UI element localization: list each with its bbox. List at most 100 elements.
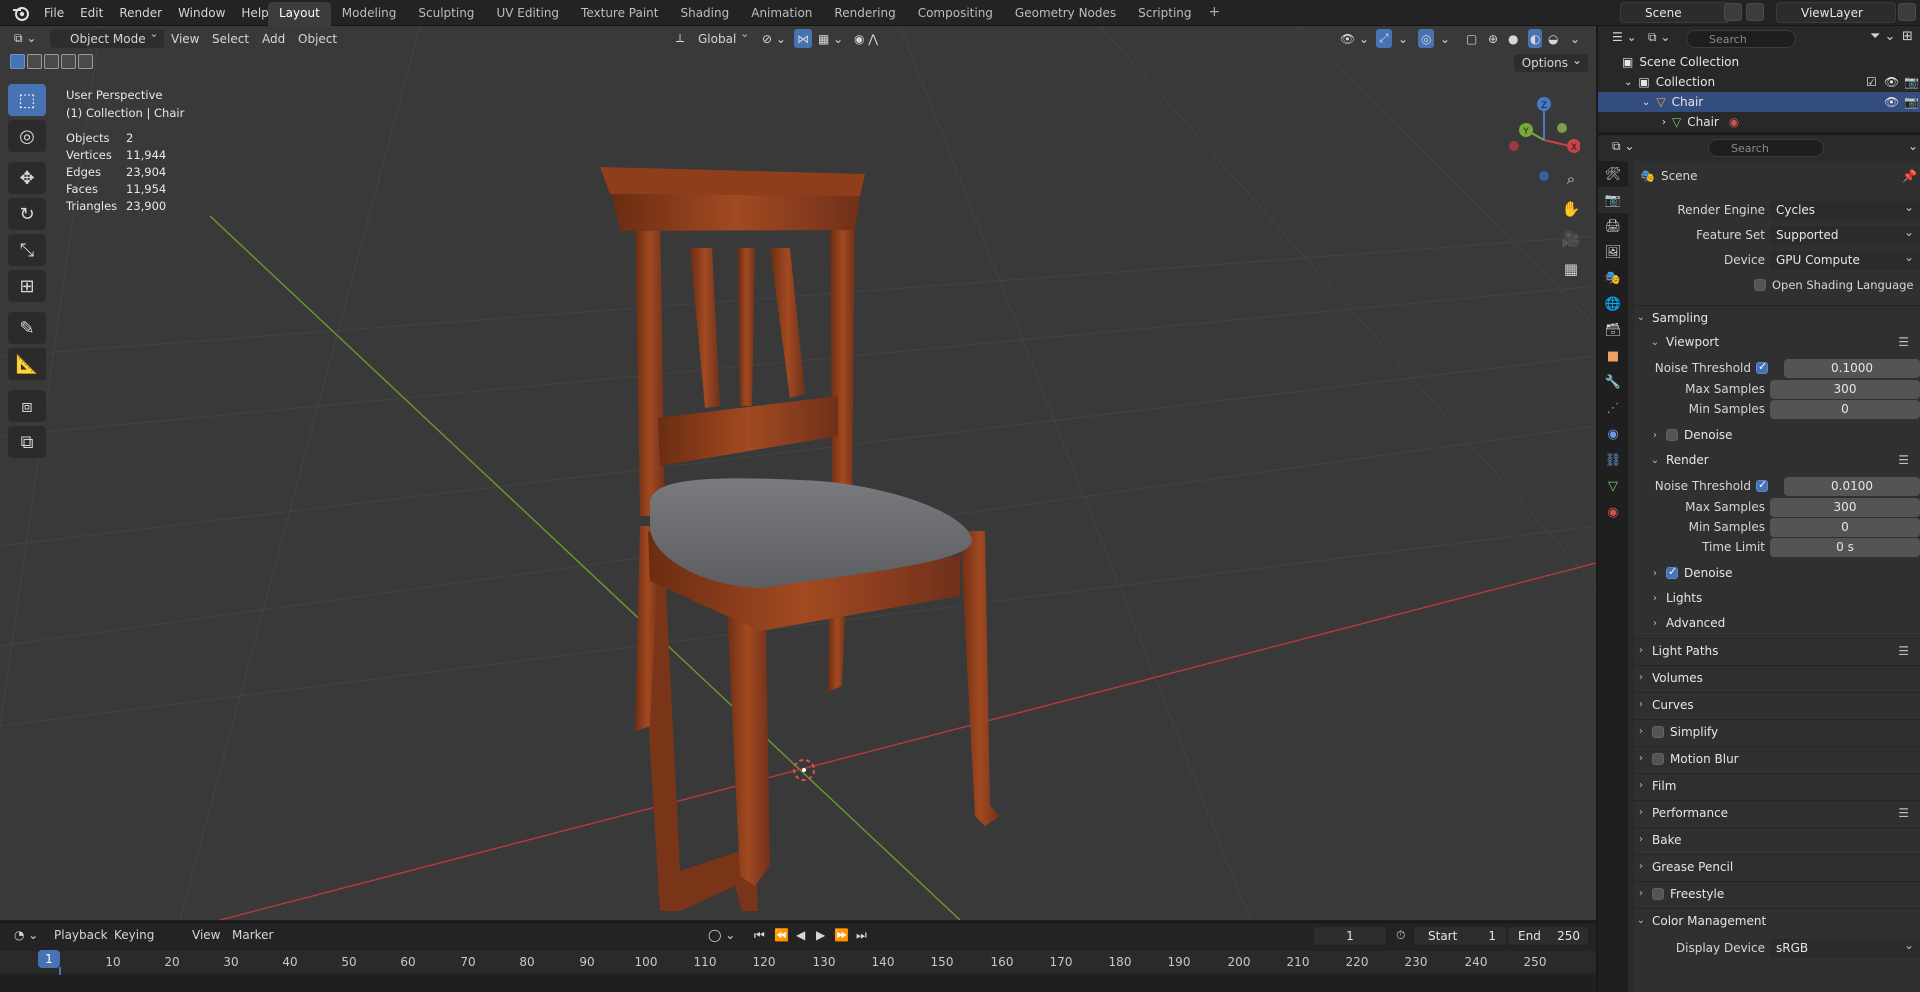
tab-modeling[interactable]: Modeling: [331, 2, 408, 26]
menu-view[interactable]: View: [171, 29, 199, 48]
outliner-search-input[interactable]: Search: [1686, 30, 1796, 48]
render-engine-dropdown[interactable]: Cycles: [1770, 200, 1920, 220]
device-dropdown[interactable]: GPU Compute: [1770, 250, 1920, 270]
menu-render[interactable]: Render: [111, 6, 170, 20]
r-time-limit-field[interactable]: 0 s: [1770, 537, 1920, 557]
film-section-header[interactable]: › Film: [1634, 773, 1920, 797]
motion-blur-checkbox[interactable]: [1652, 752, 1664, 765]
menu-select[interactable]: Select: [212, 29, 249, 48]
gizmo-neg-x-icon[interactable]: [1509, 141, 1519, 151]
outliner-row-chair-object[interactable]: ⌄ ▽ Chair 👁 📷: [1598, 92, 1920, 112]
menu-add[interactable]: Add: [262, 29, 285, 48]
r-denoise-checkbox[interactable]: [1666, 565, 1678, 579]
transform-orientation-icon[interactable]: ⟂: [676, 29, 684, 48]
display-device-dropdown[interactable]: sRGB: [1770, 938, 1920, 958]
current-frame-field[interactable]: 1: [1314, 927, 1386, 945]
select-new-icon[interactable]: [10, 54, 25, 69]
wireframe-shading-icon[interactable]: ⊕: [1488, 29, 1498, 48]
end-frame-field[interactable]: End 250: [1508, 927, 1588, 945]
tab-layout[interactable]: Layout: [268, 2, 331, 26]
menu-edit[interactable]: Edit: [72, 6, 111, 20]
visibility-icon[interactable]: 👁 ⌄: [1340, 29, 1369, 48]
properties-editor-type-icon[interactable]: ⧉ ⌄: [1612, 139, 1634, 154]
freestyle-checkbox[interactable]: [1652, 887, 1664, 900]
expand-chevron-icon[interactable]: ⌄: [1624, 77, 1632, 88]
tab-compositing[interactable]: Compositing: [907, 2, 1004, 26]
delete-scene-icon[interactable]: [1746, 3, 1764, 21]
pan-hand-icon[interactable]: ✋: [1558, 196, 1584, 222]
display-mode-icon[interactable]: ⧉ ⌄: [1648, 30, 1670, 45]
chair-model[interactable]: [600, 167, 1000, 911]
feature-set-dropdown[interactable]: Supported: [1770, 225, 1920, 245]
object-tab-icon[interactable]: ■: [1598, 343, 1628, 369]
exclude-checkbox-icon[interactable]: ☑: [1866, 75, 1877, 89]
vp-noise-threshold-field[interactable]: 0.1000: [1784, 358, 1920, 378]
gizmo-neg-y-icon[interactable]: [1557, 123, 1567, 133]
curves-section-header[interactable]: › Curves: [1634, 692, 1920, 716]
render-subsection-header[interactable]: ⌄ Render ☰: [1634, 448, 1920, 472]
tab-sculpting[interactable]: Sculpting: [407, 2, 485, 26]
vp-noise-threshold-checkbox[interactable]: [1756, 360, 1768, 374]
advanced-subsection-header[interactable]: › Advanced: [1634, 611, 1920, 635]
view-layer-selector[interactable]: ViewLayer: [1776, 2, 1896, 23]
tab-scripting[interactable]: Scripting: [1127, 2, 1202, 26]
snap-icon[interactable]: ⋈: [794, 29, 812, 48]
new-scene-icon[interactable]: [1724, 3, 1742, 21]
proportional-edit-icon[interactable]: ◉ ⋀: [854, 29, 878, 48]
r-max-samples-field[interactable]: 300: [1770, 497, 1920, 517]
tab-texture-paint[interactable]: Texture Paint: [570, 2, 669, 26]
select-extend-icon[interactable]: [27, 54, 42, 69]
r-min-samples-field[interactable]: 0: [1770, 517, 1920, 537]
select-subtract-icon[interactable]: [44, 54, 59, 69]
jump-keyframe-forward-icon[interactable]: ⏩: [834, 928, 849, 942]
transform-orientation-dropdown[interactable]: Global: [692, 27, 754, 48]
collection-tab-icon[interactable]: 🗃: [1598, 317, 1628, 343]
jump-keyframe-back-icon[interactable]: ⏪: [774, 928, 789, 942]
freestyle-section-header[interactable]: › Freestyle: [1634, 881, 1920, 905]
measure-tool-icon[interactable]: 📐: [8, 348, 46, 380]
volumes-section-header[interactable]: › Volumes: [1634, 665, 1920, 689]
move-tool-icon[interactable]: ✥: [8, 162, 46, 194]
gizmo-neg-z-icon[interactable]: [1539, 171, 1549, 181]
modifier-tab-icon[interactable]: 🔧: [1598, 369, 1628, 395]
snap-target-icon[interactable]: ▦ ⌄: [818, 29, 843, 48]
xray-icon[interactable]: ▢: [1466, 29, 1477, 48]
menu-marker[interactable]: Marker: [232, 928, 273, 942]
tool-tab-icon[interactable]: 🛠: [1598, 161, 1628, 187]
simplify-section-header[interactable]: › Simplify: [1634, 719, 1920, 743]
scene-tab-icon[interactable]: 🎭: [1598, 265, 1628, 291]
playhead-frame[interactable]: 1: [38, 950, 60, 968]
overlay-dropdown-icon[interactable]: ⌄: [1440, 29, 1450, 48]
physics-tab-icon[interactable]: ◉: [1598, 421, 1628, 447]
gizmo-toggle-icon[interactable]: ⤢: [1376, 29, 1392, 48]
presets-list-icon[interactable]: ☰: [1898, 335, 1909, 349]
add-workspace-icon[interactable]: +: [1203, 2, 1227, 26]
editor-type-icon[interactable]: ⧉ ⌄: [14, 29, 36, 48]
tab-uv-editing[interactable]: UV Editing: [485, 2, 570, 26]
render-camera-icon[interactable]: 📷: [1904, 95, 1919, 109]
play-icon[interactable]: ▶: [816, 928, 825, 942]
r-denoise-subsection-header[interactable]: › Denoise: [1634, 561, 1920, 585]
properties-search-input[interactable]: Search: [1708, 139, 1824, 157]
annotate-tool-icon[interactable]: ✎: [8, 312, 46, 344]
vp-denoise-subsection-header[interactable]: › Denoise: [1634, 423, 1920, 447]
rotate-tool-icon[interactable]: ↻: [8, 198, 46, 230]
constraints-tab-icon[interactable]: ⛓: [1598, 447, 1628, 473]
outliner-editor-type-icon[interactable]: ☰ ⌄: [1612, 30, 1637, 44]
menu-object[interactable]: Object: [298, 29, 337, 48]
outliner-row-collection[interactable]: ⌄ ▣ Collection ☑ 👁 📷: [1598, 72, 1920, 92]
particles-tab-icon[interactable]: ⋰: [1598, 395, 1628, 421]
ortho-perspective-icon[interactable]: ▦: [1558, 256, 1584, 282]
viewport-subsection-header[interactable]: ⌄ Viewport ☰: [1634, 330, 1920, 354]
blender-logo-icon[interactable]: [12, 4, 30, 22]
gizmo-dropdown-icon[interactable]: ⌄: [1398, 29, 1408, 48]
material-shading-icon[interactable]: ◐: [1528, 29, 1543, 48]
vp-denoise-checkbox[interactable]: [1666, 429, 1678, 441]
world-tab-icon[interactable]: 🌐: [1598, 291, 1628, 317]
shading-dropdown-icon[interactable]: ⌄: [1570, 29, 1580, 48]
rendered-shading-icon[interactable]: ◒: [1548, 29, 1558, 48]
options-button[interactable]: Options: [1513, 53, 1588, 72]
visibility-eye-icon[interactable]: 👁: [1884, 75, 1899, 89]
pin-icon[interactable]: 📌: [1902, 169, 1917, 183]
play-reverse-icon[interactable]: ◀: [796, 928, 805, 942]
